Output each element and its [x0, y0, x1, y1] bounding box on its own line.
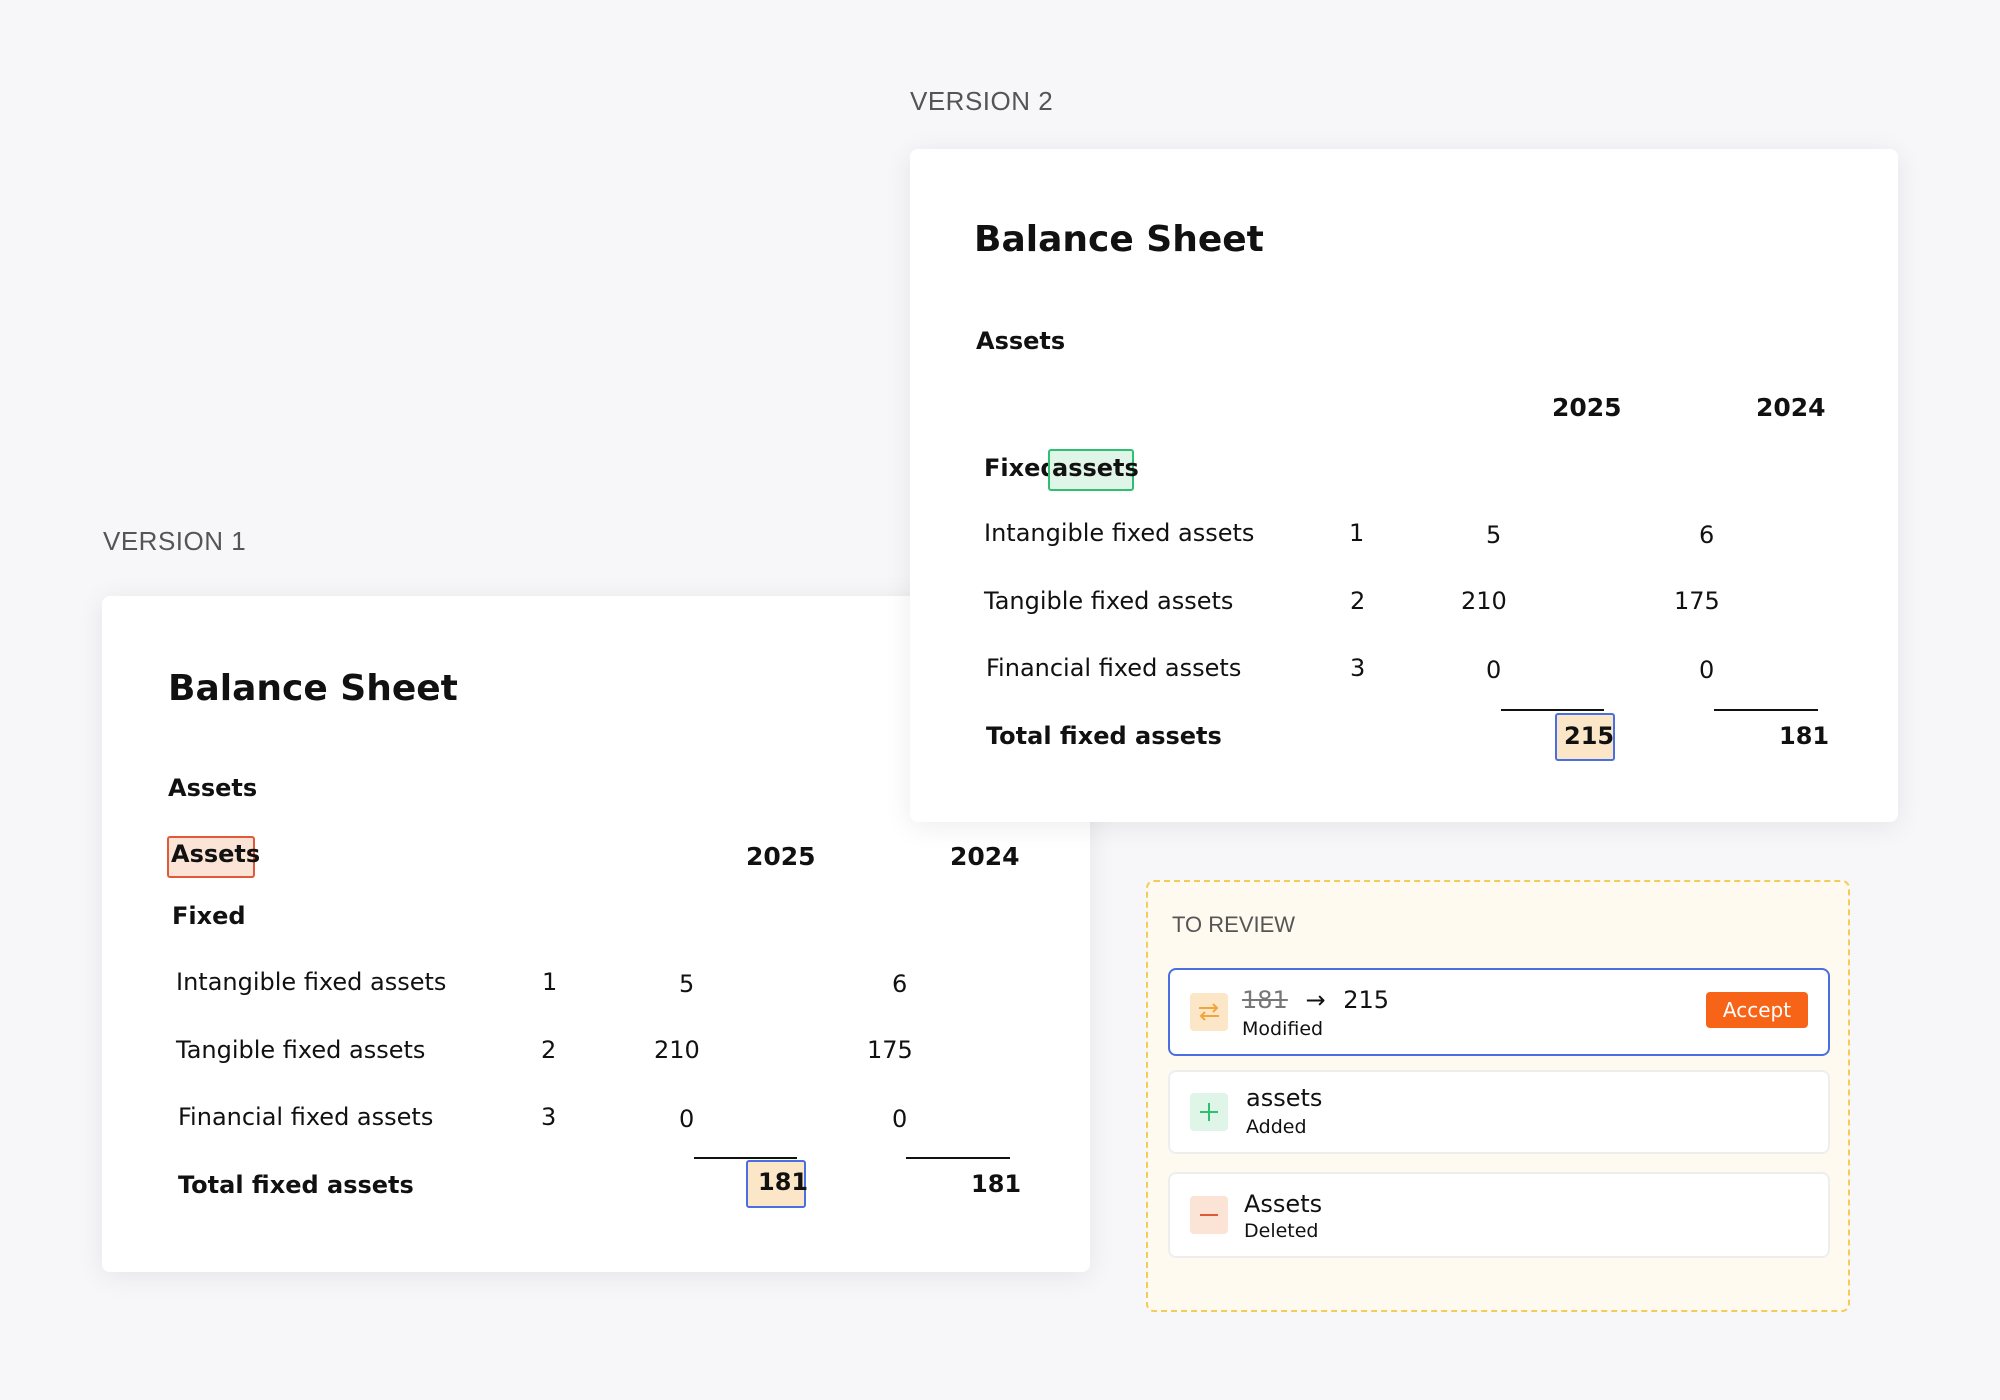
- row-value-2024: 175: [1674, 587, 1720, 615]
- row-label: Financial fixed assets: [178, 1103, 434, 1131]
- total-label: Total fixed assets: [986, 722, 1222, 750]
- row-value-2025: 5: [679, 970, 695, 998]
- new-value: 215: [1343, 986, 1390, 1014]
- row-note: 1: [1349, 519, 1365, 547]
- row-value-2025: 0: [679, 1105, 695, 1133]
- review-panel: TO REVIEW 181 → 215 Modified Accept asse…: [1146, 880, 1850, 1312]
- row-label: Tangible fixed assets: [176, 1036, 426, 1064]
- deleted-word: Assets: [171, 840, 261, 868]
- arrow-icon: →: [1305, 986, 1326, 1014]
- year-2025-header: 2025: [746, 842, 816, 871]
- row-value-2024: 6: [892, 970, 908, 998]
- subtotal-underline: [1714, 709, 1818, 711]
- group-heading: Fixed: [172, 902, 246, 930]
- page-title: Balance Sheet: [974, 219, 1264, 260]
- year-2024-header: 2024: [1756, 393, 1826, 422]
- version-1-label: VERSION 1: [103, 526, 247, 556]
- group-heading: Fixed: [984, 454, 1058, 482]
- subtotal-underline: [694, 1157, 797, 1159]
- row-note: 3: [1350, 654, 1366, 682]
- item-text: Assets: [1244, 1190, 1323, 1218]
- total-2025: 181: [758, 1168, 809, 1196]
- row-value-2024: 175: [867, 1036, 913, 1064]
- subtotal-underline: [1501, 709, 1604, 711]
- page-title: Balance Sheet: [168, 668, 458, 709]
- modified-change: 181 → 215: [1242, 986, 1389, 1014]
- row-label: Intangible fixed assets: [176, 968, 447, 996]
- minus-icon: [1190, 1196, 1228, 1234]
- version-2-document: Balance Sheet Assets 2025 2024 Fixed ass…: [910, 149, 1898, 822]
- review-title: TO REVIEW: [1172, 912, 1296, 937]
- row-value-2025: 210: [654, 1036, 700, 1064]
- old-value: 181: [1242, 986, 1288, 1014]
- row-label: Tangible fixed assets: [984, 587, 1234, 615]
- version-2-label: VERSION 2: [910, 86, 1054, 116]
- row-value-2024: 6: [1699, 521, 1715, 549]
- row-note: 2: [541, 1036, 557, 1064]
- item-text: assets: [1246, 1084, 1323, 1112]
- row-note: 3: [541, 1103, 557, 1131]
- total-2025: 215: [1564, 722, 1615, 750]
- year-2025-header: 2025: [1552, 393, 1622, 422]
- section-heading: Assets: [976, 327, 1066, 355]
- row-value-2025: 0: [1486, 656, 1502, 684]
- total-label: Total fixed assets: [178, 1171, 414, 1199]
- row-label: Intangible fixed assets: [984, 519, 1255, 547]
- review-item-deleted[interactable]: Assets Deleted: [1168, 1172, 1830, 1258]
- review-item-modified[interactable]: 181 → 215 Modified Accept: [1168, 968, 1830, 1056]
- added-word: assets: [1052, 454, 1139, 482]
- swap-arrows-icon: [1190, 993, 1228, 1031]
- item-status: Modified: [1242, 1018, 1324, 1040]
- row-value-2025: 5: [1486, 521, 1502, 549]
- row-value-2024: 0: [1699, 656, 1715, 684]
- row-value-2024: 0: [892, 1105, 908, 1133]
- row-note: 2: [1350, 587, 1366, 615]
- plus-icon: [1190, 1093, 1228, 1131]
- item-status: Deleted: [1244, 1220, 1319, 1242]
- section-heading: Assets: [168, 774, 258, 802]
- item-status: Added: [1246, 1116, 1307, 1138]
- total-2024: 181: [971, 1170, 1022, 1198]
- total-2024: 181: [1779, 722, 1830, 750]
- row-value-2025: 210: [1461, 587, 1507, 615]
- year-2024-header: 2024: [950, 842, 1020, 871]
- row-note: 1: [542, 968, 558, 996]
- subtotal-underline: [906, 1157, 1010, 1159]
- accept-button[interactable]: Accept: [1706, 992, 1808, 1028]
- review-item-added[interactable]: assets Added: [1168, 1070, 1830, 1154]
- row-label: Financial fixed assets: [986, 654, 1242, 682]
